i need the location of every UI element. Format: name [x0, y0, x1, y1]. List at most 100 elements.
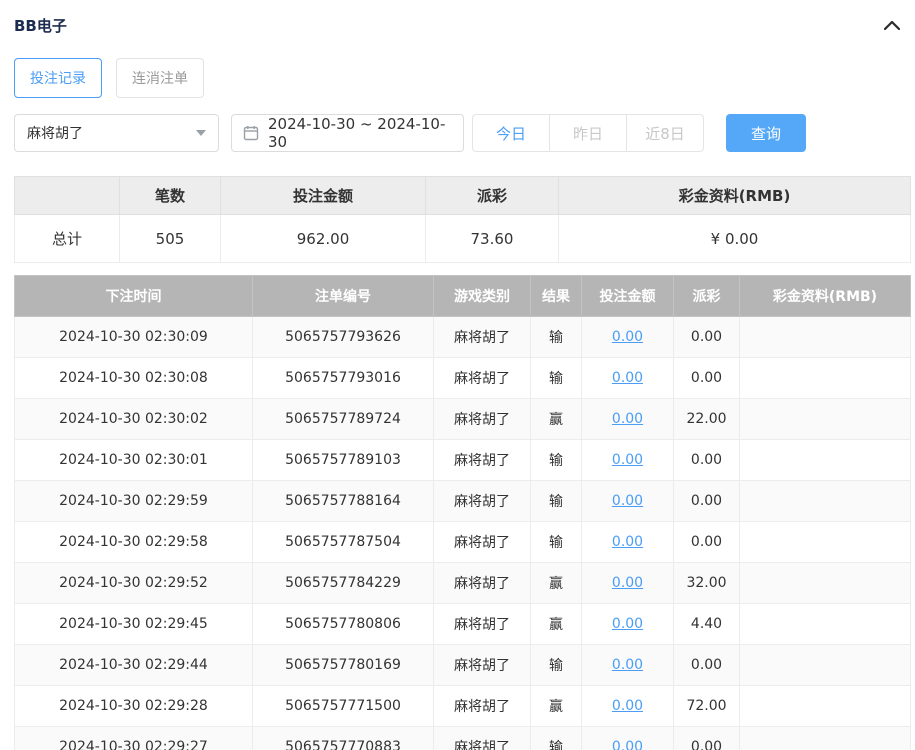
cell-bet-amount: 0.00: [581, 480, 674, 522]
header-result: 结果: [530, 275, 582, 317]
cell-jackpot: [739, 726, 911, 750]
bet-amount-link[interactable]: 0.00: [612, 493, 643, 509]
date-range-picker[interactable]: 2024-10-30 ~ 2024-10-30: [231, 114, 464, 152]
bet-amount-link[interactable]: 0.00: [612, 329, 643, 345]
game-select[interactable]: 麻将胡了: [14, 114, 219, 152]
cell-jackpot: [739, 480, 911, 522]
summary-header-row: 笔数 投注金额 派彩 彩金资料(RMB): [14, 176, 911, 215]
cell-jackpot: [739, 357, 911, 399]
last-8-days-button[interactable]: 近8日: [626, 114, 704, 152]
table-row: 2024-10-30 02:29:27 5065757770883 麻将胡了 输…: [14, 726, 911, 750]
cell-game-type: 麻将胡了: [433, 439, 531, 481]
cell-game-type: 麻将胡了: [433, 521, 531, 563]
cell-result: 输: [530, 439, 582, 481]
cell-bet-time: 2024-10-30 02:29:45: [14, 603, 253, 645]
table-row: 2024-10-30 02:30:09 5065757793626 麻将胡了 输…: [14, 316, 911, 358]
table-row: 2024-10-30 02:29:28 5065757771500 麻将胡了 赢…: [14, 685, 911, 727]
game-select-value: 麻将胡了: [27, 126, 83, 142]
cell-game-type: 麻将胡了: [433, 480, 531, 522]
cell-payout: 0.00: [673, 644, 740, 686]
bet-amount-link[interactable]: 0.00: [612, 411, 643, 427]
cell-bet-amount: 0.00: [581, 357, 674, 399]
summary-header-empty: [14, 176, 120, 215]
bet-amount-link[interactable]: 0.00: [612, 739, 643, 750]
cell-jackpot: [739, 439, 911, 481]
bet-amount-link[interactable]: 0.00: [612, 370, 643, 386]
table-row: 2024-10-30 02:29:45 5065757780806 麻将胡了 赢…: [14, 603, 911, 645]
cell-game-type: 麻将胡了: [433, 562, 531, 604]
cell-order-number: 5065757793626: [252, 316, 434, 358]
cell-result: 输: [530, 480, 582, 522]
cell-bet-time: 2024-10-30 02:29:58: [14, 521, 253, 563]
table-row: 2024-10-30 02:29:58 5065757787504 麻将胡了 输…: [14, 521, 911, 563]
today-button[interactable]: 今日: [472, 114, 550, 152]
header-jackpot: 彩金资料(RMB): [739, 275, 911, 317]
cell-bet-amount: 0.00: [581, 316, 674, 358]
chevron-down-icon: [196, 130, 206, 136]
cell-bet-amount: 0.00: [581, 603, 674, 645]
cell-jackpot: [739, 316, 911, 358]
cell-bet-amount: 0.00: [581, 439, 674, 481]
summary-total-count: 505: [119, 214, 221, 263]
bet-records-table: 下注时间 注单编号 游戏类别 结果 投注金额 派彩 彩金资料(RMB) 2024…: [14, 275, 911, 750]
cell-game-type: 麻将胡了: [433, 685, 531, 727]
header-bet-amount: 投注金额: [581, 275, 674, 317]
cell-bet-time: 2024-10-30 02:29:44: [14, 644, 253, 686]
cell-order-number: 5065757780169: [252, 644, 434, 686]
cell-result: 赢: [530, 685, 582, 727]
tab-bar: 投注记录 连消注单: [14, 58, 911, 98]
bet-table-body: 2024-10-30 02:30:09 5065757793626 麻将胡了 输…: [14, 316, 911, 750]
tab-cancelled-orders[interactable]: 连消注单: [116, 58, 204, 98]
bet-amount-link[interactable]: 0.00: [612, 452, 643, 468]
cell-result: 输: [530, 644, 582, 686]
header-order-number: 注单编号: [252, 275, 434, 317]
summary-header-jackpot: 彩金资料(RMB): [558, 176, 911, 215]
cell-payout: 0.00: [673, 521, 740, 563]
cell-payout: 22.00: [673, 398, 740, 440]
search-button[interactable]: 查询: [726, 114, 806, 152]
cell-result: 输: [530, 357, 582, 399]
cell-bet-time: 2024-10-30 02:29:59: [14, 480, 253, 522]
table-row: 2024-10-30 02:29:59 5065757788164 麻将胡了 输…: [14, 480, 911, 522]
cell-bet-amount: 0.00: [581, 685, 674, 727]
cell-payout: 0.00: [673, 316, 740, 358]
cell-bet-time: 2024-10-30 02:30:09: [14, 316, 253, 358]
cell-order-number: 5065757770883: [252, 726, 434, 750]
cell-bet-amount: 0.00: [581, 521, 674, 563]
cell-result: 赢: [530, 562, 582, 604]
bet-amount-link[interactable]: 0.00: [612, 698, 643, 714]
cell-order-number: 5065757789103: [252, 439, 434, 481]
bet-records-panel: BB电子 投注记录 连消注单 麻将胡了 2024-10-30 ~ 2024-10…: [0, 0, 915, 750]
page-title: BB电子: [14, 16, 67, 35]
tab-bet-records[interactable]: 投注记录: [14, 58, 102, 98]
summary-header-bet-amount: 投注金额: [220, 176, 426, 215]
table-row: 2024-10-30 02:30:08 5065757793016 麻将胡了 输…: [14, 357, 911, 399]
cell-jackpot: [739, 644, 911, 686]
cell-jackpot: [739, 521, 911, 563]
cell-order-number: 5065757771500: [252, 685, 434, 727]
bet-amount-link[interactable]: 0.00: [612, 616, 643, 632]
cell-game-type: 麻将胡了: [433, 357, 531, 399]
cell-game-type: 麻将胡了: [433, 644, 531, 686]
cell-bet-time: 2024-10-30 02:29:28: [14, 685, 253, 727]
cell-jackpot: [739, 398, 911, 440]
cell-payout: 0.00: [673, 726, 740, 750]
calendar-icon: [243, 125, 259, 141]
cell-result: 输: [530, 521, 582, 563]
quick-date-group: 今日 昨日 近8日: [472, 114, 704, 152]
bet-amount-link[interactable]: 0.00: [612, 575, 643, 591]
summary-total-label: 总计: [14, 214, 120, 263]
table-row: 2024-10-30 02:30:02 5065757789724 麻将胡了 赢…: [14, 398, 911, 440]
cell-payout: 4.40: [673, 603, 740, 645]
header-bet-time: 下注时间: [14, 275, 253, 317]
bet-amount-link[interactable]: 0.00: [612, 657, 643, 673]
bet-amount-link[interactable]: 0.00: [612, 534, 643, 550]
cell-payout: 32.00: [673, 562, 740, 604]
cell-jackpot: [739, 562, 911, 604]
summary-total-payout: 73.60: [425, 214, 559, 263]
yesterday-button[interactable]: 昨日: [549, 114, 627, 152]
cell-bet-time: 2024-10-30 02:29:27: [14, 726, 253, 750]
cell-bet-time: 2024-10-30 02:30:02: [14, 398, 253, 440]
chevron-up-icon[interactable]: [881, 14, 903, 36]
summary-header-payout: 派彩: [425, 176, 559, 215]
